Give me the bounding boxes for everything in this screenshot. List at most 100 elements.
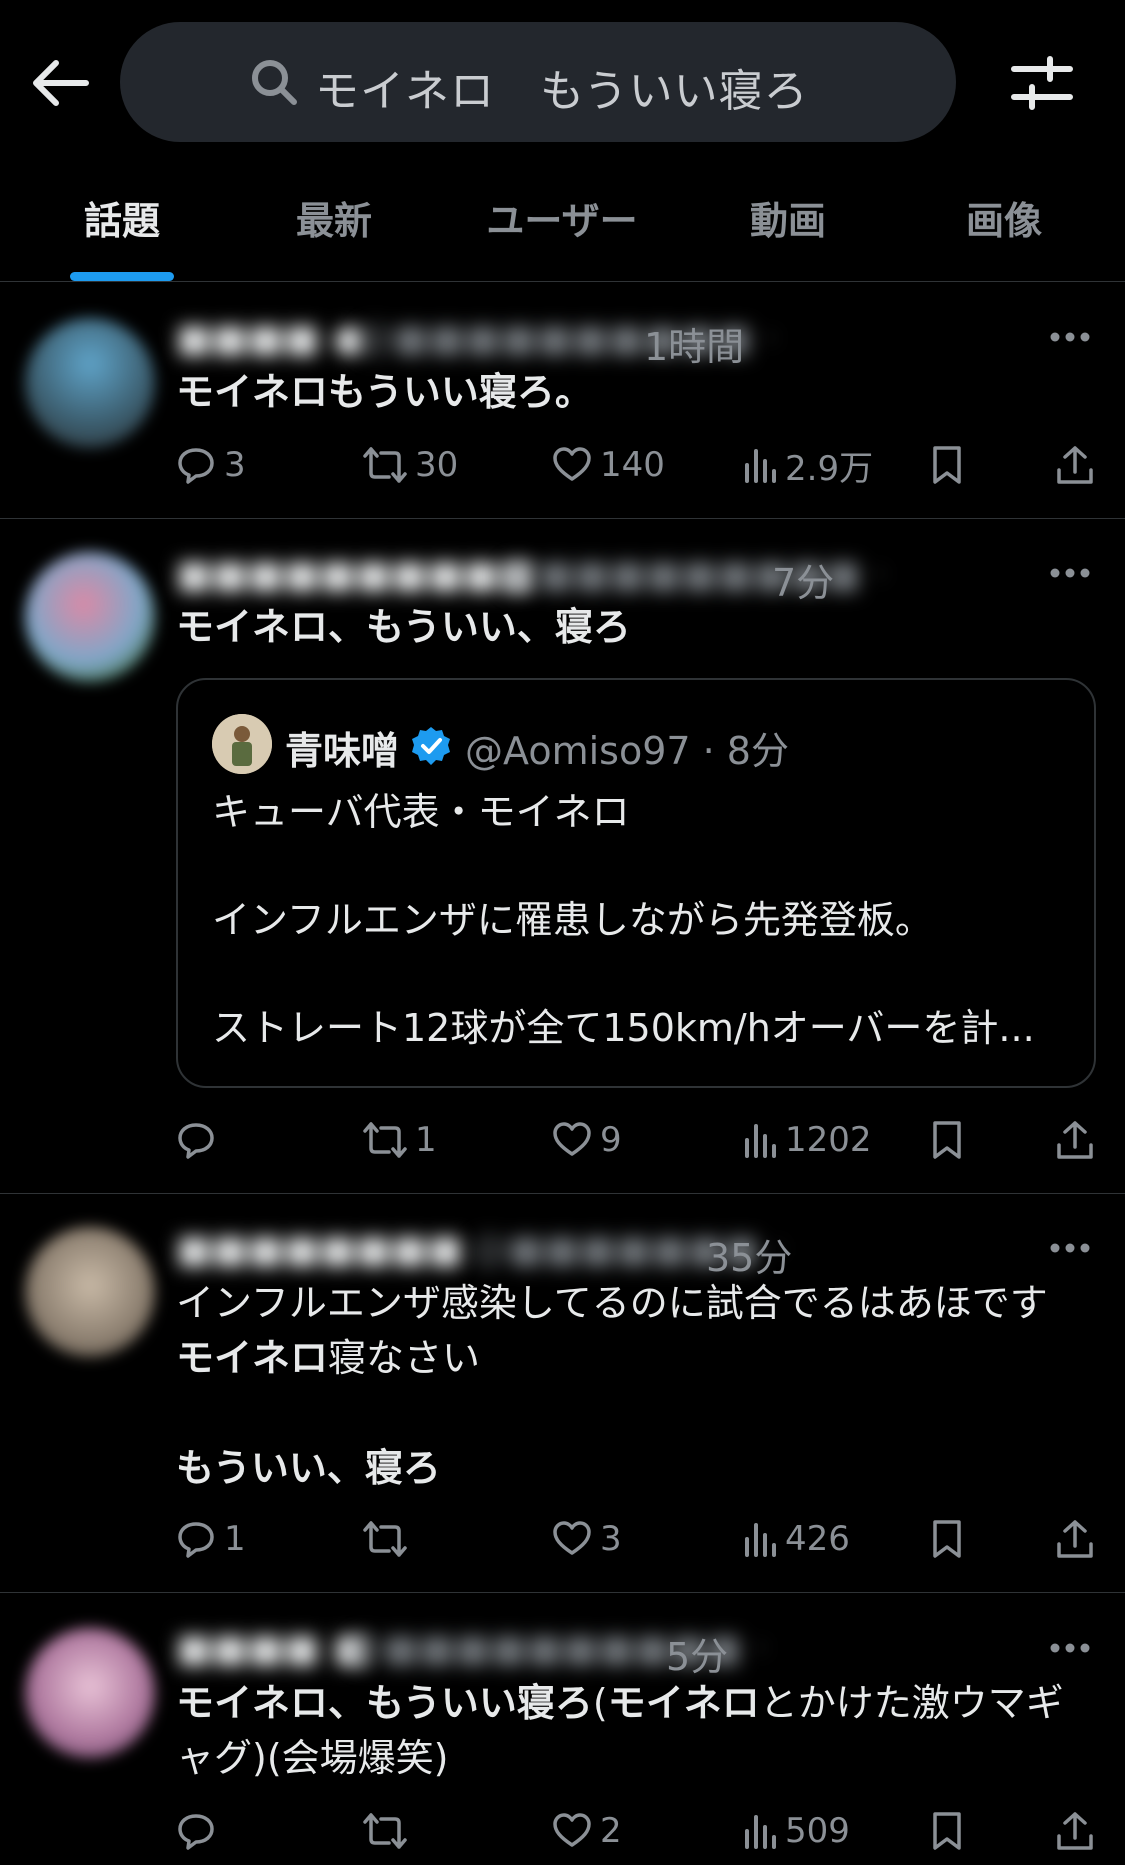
post-divider bbox=[0, 1592, 1125, 1593]
repost-button[interactable]: 1 bbox=[363, 1115, 437, 1165]
like-count: 9 bbox=[600, 1120, 622, 1160]
repost-button[interactable]: 30 bbox=[363, 440, 458, 490]
repost-icon bbox=[363, 1813, 407, 1849]
post-text: モイネロ、もういい、寝ろ bbox=[176, 600, 1106, 655]
reply-icon bbox=[178, 1522, 214, 1558]
post-text-highlight: モイネロ bbox=[176, 1336, 329, 1380]
avatar[interactable] bbox=[25, 318, 155, 448]
reply-count: 1 bbox=[224, 1519, 246, 1559]
post-text: モイネロ、もういい寝ろ(モイネロとかけた激ウマギャグ)(会場爆笑) bbox=[176, 1676, 1096, 1786]
view-count: 509 bbox=[785, 1811, 850, 1851]
views-button[interactable]: 426 bbox=[743, 1514, 850, 1564]
post-divider bbox=[0, 1193, 1125, 1194]
heart-icon bbox=[553, 447, 591, 481]
bookmark-button[interactable] bbox=[930, 1115, 972, 1165]
post-text-line: ( bbox=[592, 1681, 608, 1725]
header-divider bbox=[0, 281, 1125, 282]
bar-chart-icon bbox=[745, 449, 776, 483]
reply-button[interactable]: 3 bbox=[176, 440, 246, 490]
post-text-line: インフルエンザ感染してるのに試合でるはあほです bbox=[176, 1281, 1048, 1325]
repost-button[interactable] bbox=[363, 1514, 415, 1564]
post-text: インフルエンザ感染してるのに試合でるはあほです モイネロ寝なさい もういい、寝ろ bbox=[176, 1276, 1106, 1496]
post-text-highlight: もういい、寝ろ bbox=[176, 1446, 441, 1490]
author-name-blurred[interactable]: ■■■■■■■■ bbox=[176, 1227, 463, 1271]
reply-button[interactable] bbox=[176, 1806, 224, 1856]
bar-chart-icon bbox=[745, 1124, 776, 1158]
post-text-highlight: モイネロ bbox=[607, 1681, 760, 1725]
view-count: 426 bbox=[785, 1519, 850, 1559]
bar-chart-icon bbox=[745, 1815, 776, 1849]
verified-badge-icon bbox=[412, 727, 450, 765]
tab-top[interactable]: 話題 bbox=[70, 190, 174, 245]
post-time: 5分 bbox=[666, 1635, 729, 1679]
more-icon[interactable] bbox=[1048, 1241, 1092, 1255]
more-icon[interactable] bbox=[1048, 330, 1092, 344]
post-text: モイネロもういい寝ろ。 bbox=[176, 365, 1106, 420]
heart-icon bbox=[553, 1122, 591, 1156]
reply-icon bbox=[178, 1123, 214, 1159]
share-icon bbox=[1057, 1121, 1093, 1159]
post-text-line: 寝なさい bbox=[328, 1336, 481, 1380]
avatar[interactable] bbox=[25, 552, 155, 682]
post-time: 35分 bbox=[706, 1236, 793, 1280]
bookmark-button[interactable] bbox=[930, 440, 972, 490]
repost-count: 30 bbox=[415, 445, 459, 485]
tab-latest[interactable]: 最新 bbox=[282, 190, 386, 245]
bookmark-icon bbox=[933, 446, 961, 484]
reply-button[interactable] bbox=[176, 1115, 224, 1165]
share-icon bbox=[1057, 1520, 1093, 1558]
more-icon[interactable] bbox=[1048, 1641, 1092, 1655]
share-button[interactable] bbox=[1055, 1115, 1103, 1165]
author-name-blurred[interactable]: ■■■■■■■■■■ bbox=[176, 552, 535, 596]
bookmark-icon bbox=[933, 1121, 961, 1159]
share-icon bbox=[1057, 446, 1093, 484]
like-button[interactable]: 3 bbox=[552, 1514, 622, 1564]
author-name-blurred[interactable]: ■■■■ ● bbox=[176, 316, 366, 360]
share-button[interactable] bbox=[1055, 1514, 1103, 1564]
quoted-handle: @Aomiso97 · 8分 bbox=[465, 729, 789, 773]
repost-button[interactable] bbox=[363, 1806, 415, 1856]
view-count: 1202 bbox=[785, 1120, 872, 1160]
search-query[interactable]: モイネロ もういい寝ろ bbox=[315, 55, 809, 119]
post-text-highlight: モイネロ、もういい、寝ろ bbox=[176, 605, 631, 649]
like-count: 140 bbox=[600, 445, 665, 485]
reply-icon bbox=[178, 448, 214, 484]
author-name-blurred[interactable]: ■■■■ ■ bbox=[176, 1626, 369, 1670]
reply-button[interactable]: 1 bbox=[176, 1514, 246, 1564]
back-button[interactable] bbox=[28, 58, 90, 108]
arrow-left-icon bbox=[33, 60, 89, 106]
repost-count: 1 bbox=[415, 1120, 437, 1160]
like-button[interactable]: 2 bbox=[552, 1806, 622, 1856]
like-button[interactable]: 9 bbox=[552, 1115, 622, 1165]
more-icon[interactable] bbox=[1048, 566, 1092, 580]
views-button[interactable]: 509 bbox=[743, 1806, 850, 1856]
bookmark-icon bbox=[933, 1812, 961, 1850]
like-count: 2 bbox=[600, 1811, 622, 1851]
reply-icon bbox=[178, 1814, 214, 1850]
active-tab-indicator bbox=[70, 272, 174, 281]
avatar[interactable] bbox=[25, 1628, 155, 1758]
heart-icon bbox=[553, 1521, 591, 1555]
post-text-highlight: モイネロもういい寝ろ。 bbox=[176, 370, 593, 414]
share-button[interactable] bbox=[1055, 440, 1103, 490]
post-time: 7分 bbox=[772, 561, 835, 605]
like-count: 3 bbox=[600, 1519, 622, 1559]
tab-videos[interactable]: 動画 bbox=[736, 190, 840, 245]
views-button[interactable]: 2.9万 bbox=[743, 440, 873, 490]
repost-icon bbox=[363, 447, 407, 483]
quoted-text: キューバ代表・モイネロ インフルエンザに罹患しながら先発登板。 ストレート12球… bbox=[212, 790, 1035, 1050]
avatar[interactable] bbox=[25, 1227, 155, 1357]
like-button[interactable]: 140 bbox=[552, 440, 665, 490]
bar-chart-icon bbox=[745, 1523, 776, 1557]
bookmark-button[interactable] bbox=[930, 1514, 972, 1564]
share-button[interactable] bbox=[1055, 1806, 1103, 1856]
bookmark-icon bbox=[933, 1520, 961, 1558]
view-count: 2.9万 bbox=[785, 448, 874, 489]
bookmark-button[interactable] bbox=[930, 1806, 972, 1856]
tab-images[interactable]: 画像 bbox=[952, 190, 1056, 245]
filter-button[interactable] bbox=[1010, 55, 1074, 111]
quoted-avatar bbox=[212, 714, 272, 774]
repost-icon bbox=[363, 1521, 407, 1557]
views-button[interactable]: 1202 bbox=[743, 1115, 872, 1165]
tab-users[interactable]: ユーザー bbox=[482, 190, 642, 245]
